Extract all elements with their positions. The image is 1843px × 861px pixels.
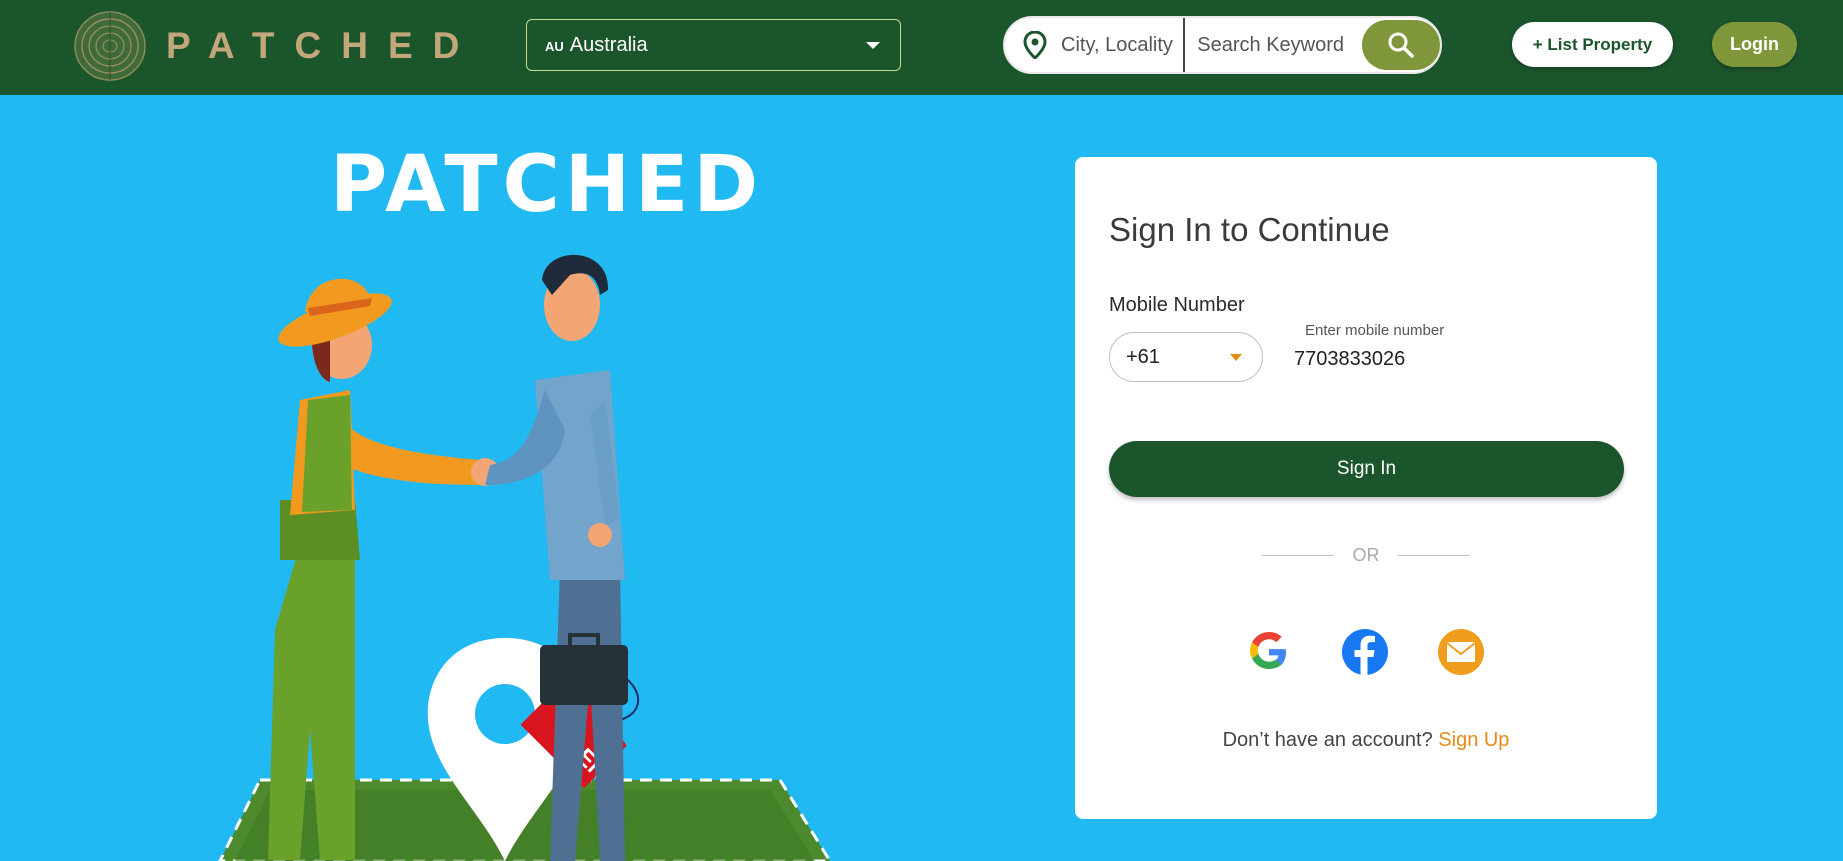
google-signin-button[interactable]: [1246, 629, 1292, 675]
search-keyword-input[interactable]: Search Keyword: [1197, 34, 1361, 57]
email-icon: [1446, 642, 1476, 662]
country-code: AU: [545, 39, 564, 54]
handshake-illustration: RENT: [218, 254, 832, 861]
or-text: OR: [1352, 545, 1380, 565]
phone-field-label: Enter mobile number: [1305, 322, 1445, 339]
logo-wordmark: PATCHED: [166, 25, 480, 66]
search-divider: [1183, 18, 1186, 72]
search-button[interactable]: [1361, 20, 1440, 70]
country-name: Australia: [569, 33, 648, 56]
no-account-text: Don’t have an account?: [1222, 729, 1433, 751]
city-locality-input[interactable]: City, Locality: [1061, 34, 1183, 57]
caret-down-icon: [866, 42, 880, 49]
signin-title: Sign In to Continue: [1109, 211, 1390, 248]
caret-down-icon: [1230, 354, 1242, 361]
search-bar: City, Locality Search Keyword: [1003, 16, 1442, 74]
signup-prompt: Don’t have an account? Sign Up: [1075, 729, 1657, 752]
tree-rings-logo-icon: [74, 11, 146, 81]
email-signin-button[interactable]: [1438, 629, 1484, 675]
divider-line: [1262, 555, 1334, 556]
facebook-icon: [1354, 635, 1375, 675]
signin-card: Sign In to Continue Mobile Number +61 En…: [1075, 157, 1657, 819]
google-icon: [1250, 632, 1286, 669]
search-icon: [1388, 32, 1414, 58]
mobile-number-label: Mobile Number: [1109, 294, 1245, 316]
login-button[interactable]: Login: [1712, 22, 1797, 67]
or-divider: OR: [1262, 545, 1470, 566]
location-pin-icon: [1023, 31, 1047, 59]
mobile-number-input[interactable]: [1294, 343, 1614, 375]
country-code-select[interactable]: +61: [1109, 332, 1263, 382]
facebook-signin-button[interactable]: [1342, 629, 1388, 675]
hero-logo-text: PATCHED: [330, 140, 764, 230]
divider-line: [1398, 555, 1470, 556]
top-navbar: PATCHED AU Australia City, Locality Sear…: [0, 0, 1843, 95]
country-code-value: +61: [1126, 345, 1160, 368]
briefcase-graphic: [540, 645, 628, 705]
country-dropdown[interactable]: AU Australia: [526, 19, 901, 71]
list-property-button[interactable]: + List Property: [1512, 22, 1673, 67]
signin-button[interactable]: Sign In: [1109, 441, 1624, 497]
site-logo[interactable]: PATCHED: [72, 6, 479, 86]
signup-link[interactable]: Sign Up: [1438, 729, 1509, 751]
